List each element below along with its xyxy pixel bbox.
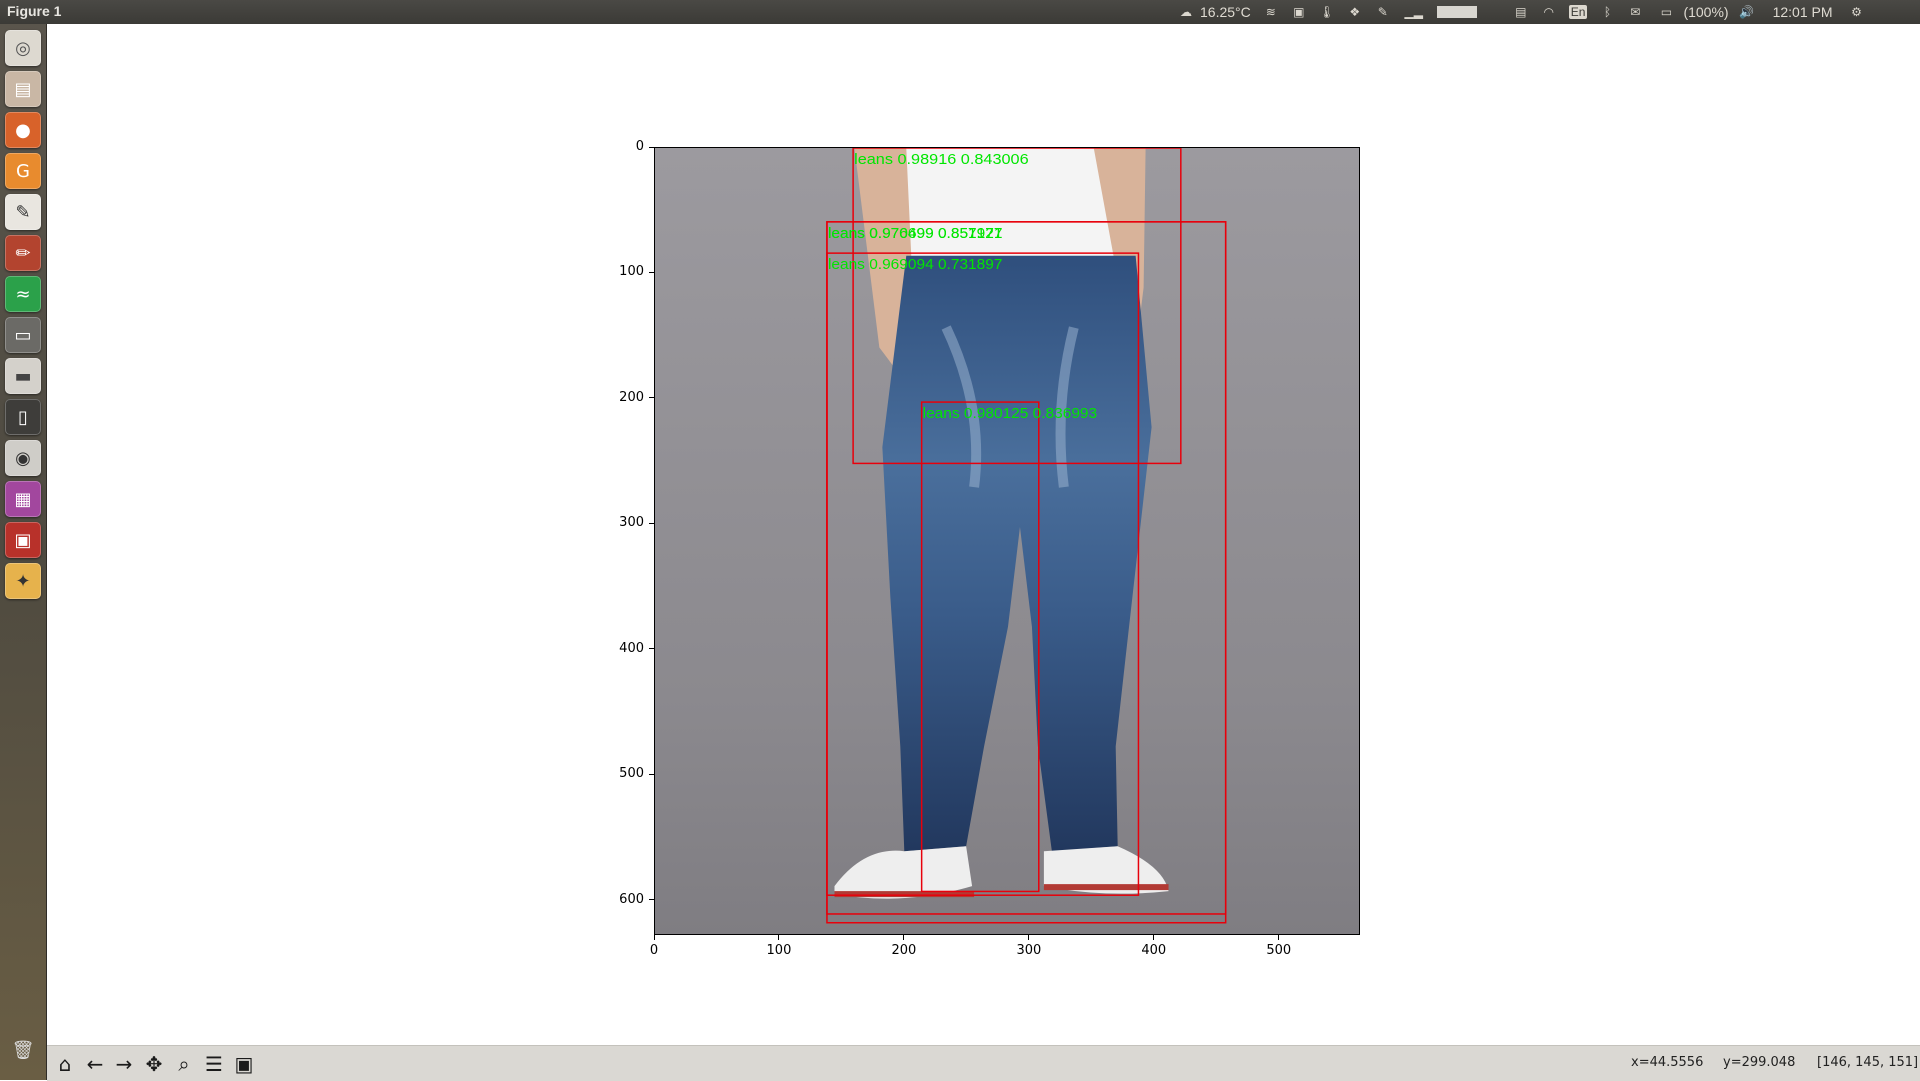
x-tick-mark xyxy=(778,935,780,940)
x-tick-mark xyxy=(1153,935,1155,940)
detection-label: leans 0.98916 0.843006 xyxy=(854,151,1029,168)
display-icon[interactable]: ▤ xyxy=(1513,5,1529,19)
forward-icon[interactable]: → xyxy=(111,1051,137,1077)
weather-temp[interactable]: 16.25°C xyxy=(1200,4,1251,20)
phone-icon[interactable]: ▯ xyxy=(5,399,41,435)
y-tick-mark xyxy=(649,397,654,399)
pan-icon[interactable]: ✥ xyxy=(141,1051,167,1077)
graph-icon[interactable]: ▁▂ xyxy=(1403,5,1425,19)
wifi-icon[interactable]: ◠ xyxy=(1541,5,1557,19)
detection-label: leans 0.976699 0.857127 xyxy=(828,225,1003,242)
x-tick-mark xyxy=(653,935,655,940)
pdf-tool-icon[interactable]: G xyxy=(5,153,41,189)
y-tick-mark xyxy=(649,648,654,650)
volume-icon[interactable]: 🔊 xyxy=(1739,5,1755,19)
detection-overlay: leans 0.98916 0.843006leans 0.970499 0.8… xyxy=(826,148,1227,924)
zoom-icon[interactable]: ⌕ xyxy=(171,1051,197,1077)
dash-icon[interactable]: ◎ xyxy=(5,30,41,66)
image-axes[interactable]: leans 0.98916 0.843006 leans 0.970499 0.8… xyxy=(654,147,1360,935)
configure-subplots-icon[interactable]: ☰ xyxy=(201,1051,227,1077)
x-tick-mark xyxy=(1278,935,1280,940)
y-tick-label: 200 xyxy=(619,389,644,405)
network-monitor-icon[interactable]: ≋ xyxy=(1263,5,1279,19)
y-tick-mark xyxy=(649,522,654,524)
compass-icon[interactable]: ✦ xyxy=(5,563,41,599)
back-icon[interactable]: ← xyxy=(82,1051,108,1077)
clock[interactable]: 12:01 PM xyxy=(1773,4,1833,20)
x-tick-label: 100 xyxy=(766,943,792,958)
status-rgb: [146, 145, 151] xyxy=(1817,1055,1919,1070)
detection-label: leans 0.980125 0.836993 xyxy=(923,405,1098,422)
status-y: y=299.048 xyxy=(1723,1055,1796,1070)
system-load-icon[interactable]: ▣ xyxy=(1291,5,1307,19)
y-tick-label: 600 xyxy=(619,891,644,907)
firefox-icon[interactable]: ● xyxy=(5,112,41,148)
mail-icon[interactable]: ✉ xyxy=(1627,5,1643,19)
y-tick-label: 0 xyxy=(635,139,644,154)
detection-box xyxy=(826,252,1140,896)
x-tick-mark xyxy=(1028,935,1030,940)
x-tick-mark xyxy=(903,935,905,940)
clip-icon[interactable]: ✎ xyxy=(1375,5,1391,19)
keyboard-icon[interactable]: En xyxy=(1568,5,1588,19)
detection-label: leans 0.969094 0.731897 xyxy=(828,256,1003,273)
temperature-icon[interactable]: 🌡 xyxy=(1319,5,1335,19)
workspace-icon[interactable]: ▦ xyxy=(5,481,41,517)
y-tick-mark xyxy=(649,146,654,148)
detection-box xyxy=(826,221,1227,924)
y-tick-mark xyxy=(649,773,654,775)
text-editor-icon[interactable]: ✎ xyxy=(5,194,41,230)
save-icon[interactable]: ▣ xyxy=(231,1051,257,1077)
y-tick-label: 300 xyxy=(619,515,644,531)
x-tick-label: 300 xyxy=(1016,943,1042,958)
camera-icon[interactable]: ◉ xyxy=(5,440,41,476)
window-title: Figure 1 xyxy=(7,3,62,19)
home-icon[interactable]: ⌂ xyxy=(52,1051,78,1077)
x-tick-label: 400 xyxy=(1141,943,1167,958)
x-tick-label: 500 xyxy=(1266,943,1292,958)
system-tray: ☁ 16.25°C ≋ ▣ 🌡 ❖ ✎ ▁▂ ▤ ◠ En ᛒ ✉ ▭ (100… xyxy=(1172,3,1871,21)
y-tick-label: 100 xyxy=(619,264,644,280)
dropbox-icon[interactable]: ❖ xyxy=(1347,5,1363,19)
top-panel: Figure 1 ☁ 16.25°C ≋ ▣ 🌡 ❖ ✎ ▁▂ ▤ ◠ En ᛒ… xyxy=(0,0,1920,24)
detection-box xyxy=(826,221,1227,915)
y-tick-label: 400 xyxy=(619,640,644,656)
weather-icon[interactable]: ☁ xyxy=(1178,5,1194,19)
figure-toolbar: ⌂ ← → ✥ ⌕ ☰ ▣ x=44.5556 y=299.048 [146, … xyxy=(47,1045,1920,1081)
status-x: x=44.5556 xyxy=(1631,1055,1704,1070)
presentation-icon[interactable]: ▣ xyxy=(5,522,41,558)
x-tick-label: 200 xyxy=(891,943,917,958)
files-icon[interactable]: ▤ xyxy=(5,71,41,107)
paint-icon[interactable]: ✏ xyxy=(5,235,41,271)
bluetooth-icon[interactable]: ᛒ xyxy=(1599,5,1615,19)
launcher: ◎ ▤ ● G ✎ ✏ ≈ ▭ ▬ ▯ ◉ ▦ ▣ ✦ 🗑 xyxy=(0,24,47,1080)
scanner-icon[interactable]: ▬ xyxy=(5,358,41,394)
usage-bar-icon xyxy=(1436,6,1477,18)
battery-percent[interactable]: (100%) xyxy=(1683,4,1728,20)
x-tick-label: 0 xyxy=(649,943,659,958)
battery-icon[interactable]: ▭ xyxy=(1655,5,1677,19)
spotify-icon[interactable]: ≈ xyxy=(5,276,41,312)
trash-icon[interactable]: 🗑 xyxy=(5,1032,41,1068)
detection-box xyxy=(920,401,1040,893)
y-tick-mark xyxy=(649,271,654,273)
y-tick-label: 500 xyxy=(619,766,644,782)
y-tick-mark xyxy=(649,899,654,901)
gear-icon[interactable]: ⚙ xyxy=(1849,5,1865,19)
terminal-icon[interactable]: ▭ xyxy=(5,317,41,353)
